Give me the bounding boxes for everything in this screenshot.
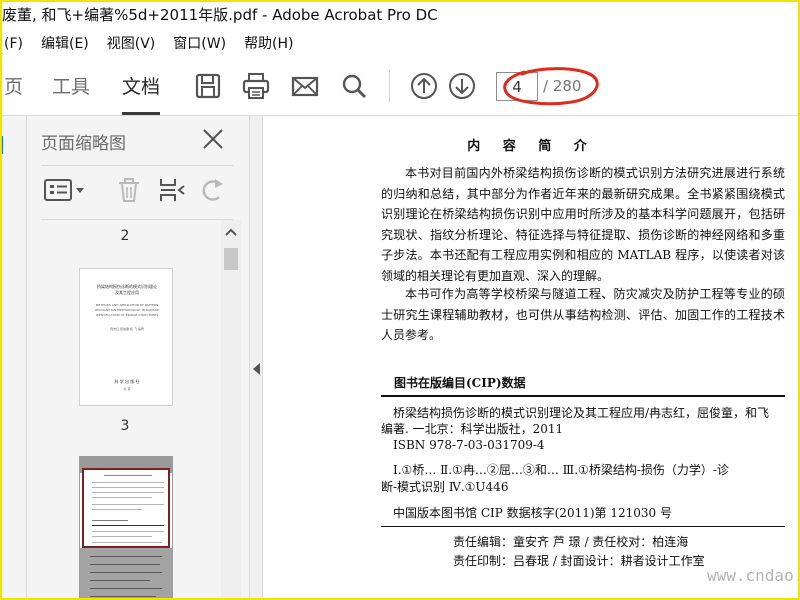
delete-icon[interactable] [116,177,142,203]
cip-class-line-2: 断-模式识别 Ⅳ.①U446 [381,480,509,494]
tab-home[interactable]: 页 [4,74,23,100]
thumb-english-line: IDENTIFICATION OF BRIDGE STRUCTURES [95,313,159,317]
page-label: 2 [120,228,130,244]
cip-line-1: 桥梁结构损伤诊断的模式识别理论及其工程应用/冉志红，屈俊童，和飞 [393,406,770,420]
page-thumbnail-3[interactable]: 桥梁结构损伤诊断的模式识别理论 及其工程应用 METHODS AND APPLI… [79,268,173,406]
panel-splitter[interactable] [249,116,263,600]
active-panel-marker [0,136,3,154]
cip-rule [381,526,785,527]
thumb-shaded-area [80,548,172,600]
page-label: 3 [120,418,130,434]
page-up-icon[interactable] [409,71,439,101]
document-page: 内 容 简 介 本书对目前国内外桥梁结构损伤诊断的模式识别方法研究进展进行系统的… [263,116,800,600]
cip-isbn: ISBN 978-7-03-031709-4 [393,438,545,452]
print-icon[interactable] [241,71,271,101]
cip-heading: 图书在版编目(CIP)数据 [394,376,526,390]
collapse-panel-arrow-icon[interactable] [253,363,260,375]
thumb-city: 北 京 [123,387,131,391]
scroll-up-arrow-icon[interactable] [221,226,241,238]
doc-section-title: 内 容 简 介 [467,139,596,154]
red-annotation-ellipse [503,67,599,106]
cip-line-2: 编著. 一北京：科学出版社，2011 [381,422,564,436]
cip-class-line-1: Ⅰ.①桥… Ⅱ.①冉…②屈…③和… Ⅲ.①桥梁结构-损伤（力学）-诊 [393,463,729,477]
thumbnail-scrollbar[interactable] [221,220,241,600]
email-icon[interactable] [290,71,320,101]
thumb-authors: 冉志红 屈俊童 和 飞 编著 [110,327,144,331]
insert-page-icon[interactable] [158,177,186,203]
tab-tools[interactable]: 工具 [52,74,90,100]
close-icon[interactable] [202,128,224,150]
thumb-selection-box [82,468,170,548]
save-icon[interactable] [193,71,223,101]
responsibility-line-1: 责任编辑：童安齐 芦 璟 / 责任校对：柏连海 [453,535,689,549]
watermark: www.cndao.com [707,566,800,585]
thumbnail-panel: 页面缩略图 2 桥梁结构损伤诊断的模式识别理论 及其工程应用 METHODS A… [27,116,249,600]
menu-file[interactable]: (F) [0,30,32,58]
menu-bar: (F) 编辑(E) 视图(V) 窗口(W) 帮助(H) [0,30,800,58]
toolbar-separator [389,70,390,102]
scrollbar-thumb[interactable] [224,248,238,270]
panel-title: 页面缩略图 [41,134,126,154]
thumb-english-title: METHODS AND APPLICATION OF PATTERN RECOG… [84,303,170,318]
toolbar: 页 工具 文档 / 280 [0,58,800,116]
doc-paragraph-1: 本书对目前国内外桥梁结构损伤诊断的模式识别方法研究进展进行系统的归纳和总结，其中… [381,166,785,283]
rotate-icon[interactable] [199,177,227,203]
thumb-title-line: 及其工程应用 [115,290,139,295]
left-rail [0,116,27,600]
cip-number: 中国版本图书馆 CIP 数据核字(2011)第 121030 号 [393,506,672,520]
tab-document[interactable]: 文档 [122,74,161,115]
menu-window[interactable]: 窗口(W) [164,30,235,58]
window-title: 废董, 和飞+编著%5d+2011年版.pdf - Adobe Acrobat … [0,0,800,30]
thumb-title: 桥梁结构损伤诊断的模式识别理论 及其工程应用 [86,284,168,296]
page-thumbnail-4[interactable] [79,456,173,600]
responsibility-line-2: 责任印制：吕春珉 / 封面设计：耕者设计工作室 [453,554,705,568]
doc-paragraph-2: 本书可作为高等学校桥梁与隧道工程、防灾减灾及防护工程等专业的硕士研究生课程辅助教… [381,287,785,342]
document-view[interactable]: 内 容 简 介 本书对目前国内外桥梁结构损伤诊断的模式识别方法研究进展进行系统的… [263,116,800,600]
cip-rule [381,395,785,397]
menu-edit[interactable]: 编辑(E) [32,30,98,58]
panel-divider [41,165,233,166]
menu-view[interactable]: 视图(V) [98,30,165,58]
thumbnail-list: 2 桥梁结构损伤诊断的模式识别理论 及其工程应用 METHODS AND APP… [27,220,241,600]
menu-help[interactable]: 帮助(H) [235,30,302,58]
thumbnail-options-icon[interactable] [43,177,87,203]
page-down-icon[interactable] [447,71,477,101]
search-icon[interactable] [339,71,369,101]
thumb-publisher: 科 学 出 版 社 [114,379,140,384]
